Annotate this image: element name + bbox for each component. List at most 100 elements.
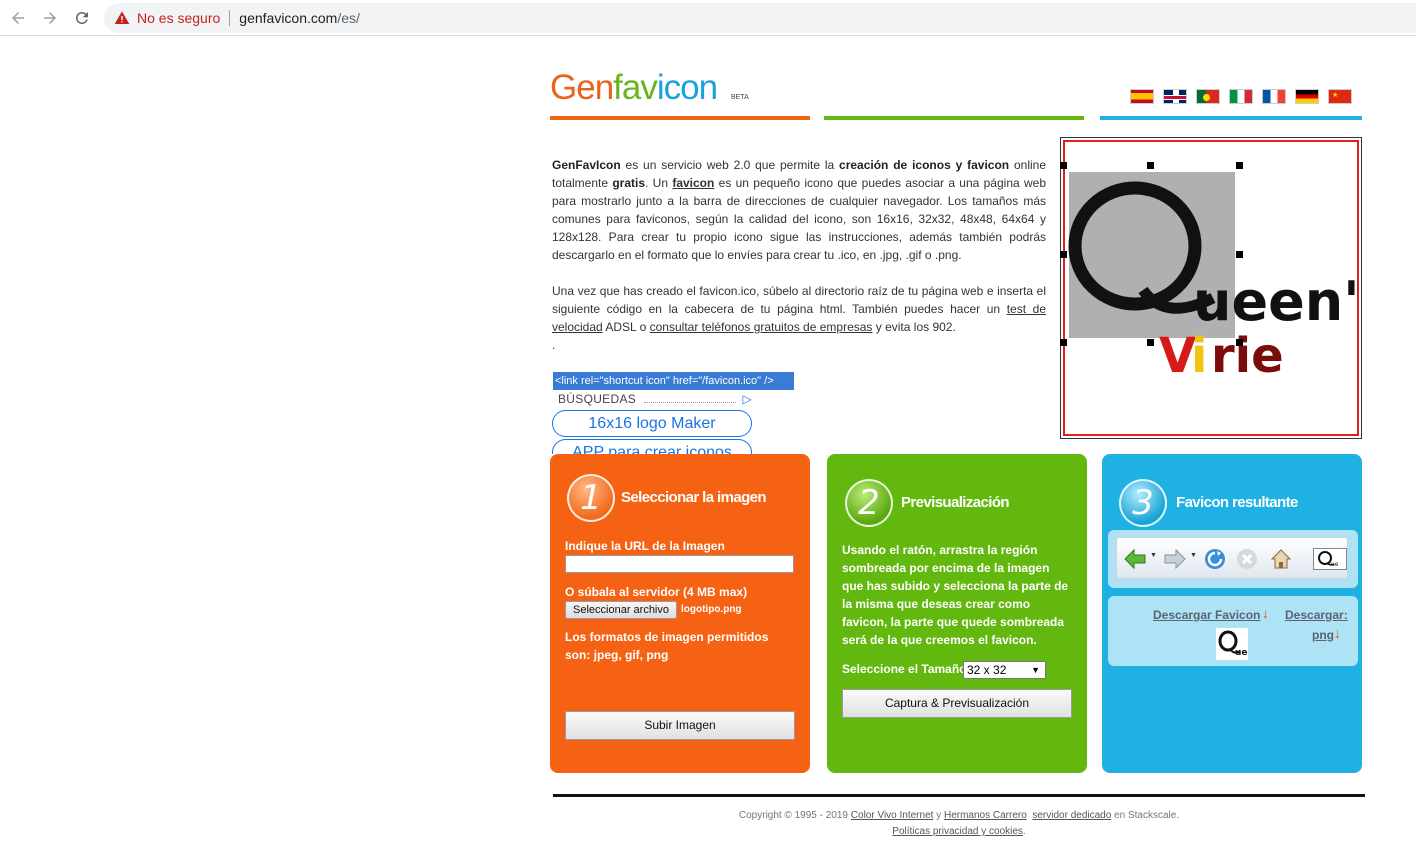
intro-text: GenFavIcon es un servicio web 2.0 que pe… (552, 156, 1046, 354)
intro-bold-segment: gratis (612, 176, 646, 190)
flag-china-icon[interactable]: ★ (1328, 89, 1352, 104)
flag-spain-icon[interactable] (1130, 89, 1154, 104)
ad-link-app-icons[interactable]: APP para crear iconos (552, 439, 752, 454)
step1-title: Seleccionar la imagen (621, 489, 767, 506)
formats-text: Los formatos de imagen permitidos son: j… (565, 630, 769, 662)
crop-handle-ne[interactable] (1236, 162, 1243, 169)
intro-paragraph-2: Una vez que has creado el favicon.ico, s… (552, 282, 1046, 336)
divider-orange (550, 116, 810, 120)
download-png-format[interactable]: png (1312, 628, 1334, 642)
selected-file-name: logotipo.png (681, 604, 742, 615)
size-select[interactable]: 32 x 32 ▼ (963, 661, 1046, 679)
flag-uk-icon[interactable] (1163, 89, 1187, 104)
flag-germany-icon[interactable] (1295, 89, 1319, 104)
favicon-code-snippet[interactable]: <link rel="shortcut icon" href="/favicon… (553, 372, 794, 390)
ad-block: BÚSQUEDAS ▷ 16x16 logo Maker APP para cr… (552, 390, 752, 454)
download-favicon-link[interactable]: Descargar Favicon (1153, 608, 1260, 622)
browser-preview-box: ▼ ▼ ue (1108, 530, 1358, 588)
crop-handle-e[interactable] (1236, 251, 1243, 258)
step3-panel: 3 Favicon resultante ▼ ▼ ue Descargar Fa… (1102, 454, 1362, 773)
step1-panel: 1 Seleccionar la imagen Indique la URL d… (550, 454, 810, 773)
forward-arrow-icon[interactable] (37, 5, 63, 31)
crop-handle-nw[interactable] (1060, 162, 1067, 169)
crop-handle-se[interactable] (1236, 339, 1243, 346)
footer-divider (553, 794, 1365, 797)
free-phones-link[interactable]: consultar teléfonos gratuitos de empresa… (650, 320, 873, 334)
crop-handle-sw[interactable] (1060, 339, 1067, 346)
preview-back-dropdown-icon: ▼ (1150, 552, 1157, 559)
download-png-link[interactable]: Descargar: (1285, 608, 1348, 622)
footer-text-segment: en Stackscale. (1111, 810, 1180, 821)
step1-number-badge: 1 (567, 474, 615, 522)
adchoices-icon[interactable]: ▷ (742, 392, 752, 406)
capture-preview-button[interactable]: Captura & Previsualización (842, 689, 1072, 718)
preview-home-icon (1270, 549, 1292, 569)
footer-line-2: Políticas privacidad y cookies. (553, 824, 1365, 840)
crop-handle-n[interactable] (1147, 162, 1154, 169)
preview-refresh-icon (1205, 549, 1225, 569)
url-separator (229, 10, 231, 26)
footer-text-segment: y (933, 810, 944, 821)
preview-back-icon (1124, 548, 1146, 570)
download-png-arrow-icon: ↓ (1334, 625, 1341, 641)
flag-france-icon[interactable] (1262, 89, 1286, 104)
url-host: genfavicon.com (239, 10, 338, 26)
flag-portugal-icon[interactable] (1196, 89, 1220, 104)
reload-icon[interactable] (69, 5, 95, 31)
warning-triangle-icon (114, 10, 130, 26)
divider-green (824, 116, 1084, 120)
address-bar[interactable]: No es seguro genfavicon.com/es/ (104, 3, 1416, 33)
download-arrow-icon: ↓ (1262, 605, 1269, 621)
privacy-policy-link[interactable]: Políticas privacidad y cookies (892, 826, 1023, 837)
url-path: /es/ (337, 10, 360, 26)
svg-text:i: i (1191, 328, 1207, 384)
uploaded-image-area: ueen's V i rie (1063, 140, 1359, 436)
preview-forward-dropdown-icon: ▼ (1190, 552, 1197, 559)
uploaded-logo-image: ueen's V i rie (1068, 172, 1357, 384)
preview-instructions: Usando el ratón, arrastra la región somb… (842, 543, 1069, 647)
security-status[interactable]: No es seguro (137, 10, 220, 26)
footer-text-segment: . (1022, 826, 1026, 837)
intro-bold-segment: creación de iconos y favicon (839, 158, 1010, 172)
preview-stop-icon (1237, 549, 1257, 569)
step2-panel: 2 Previsualización Usando el ratón, arra… (827, 454, 1087, 773)
svg-text:ue: ue (1331, 561, 1339, 568)
preview-favicon-field: ue (1313, 548, 1347, 570)
beta-badge: BETA (731, 94, 749, 101)
choose-file-button[interactable]: Seleccionar archivo (565, 601, 677, 619)
brand-name: GenFavIcon (552, 158, 621, 172)
intro-text-segment: . Un (645, 176, 673, 190)
image-crop-editor[interactable]: ueen's V i rie (1060, 137, 1362, 439)
intro-text-segment: ADSL o (602, 320, 650, 334)
site-logo[interactable]: Genfavicon (550, 68, 718, 108)
stray-dot: . (552, 338, 556, 352)
ad-link-logo-maker[interactable]: 16x16 logo Maker (552, 410, 752, 437)
step2-number-badge: 2 (845, 479, 893, 527)
image-url-input[interactable] (565, 555, 794, 573)
upload-label: O súbala al servidor (4 MB max) (565, 585, 748, 599)
footer-line-1: Copyright © 1995 - 2019 Color Vivo Inter… (553, 808, 1365, 824)
browser-toolbar: No es seguro genfavicon.com/es/ (0, 0, 1416, 36)
step3-number-badge: 3 (1119, 479, 1167, 527)
favicon-link[interactable]: favicon (672, 176, 714, 190)
logo-part-icon: icon (656, 68, 718, 107)
hermanos-carrero-link[interactable]: Hermanos Carrero (944, 810, 1027, 821)
size-label: Seleccione el Tamaño (842, 662, 967, 676)
ad-heading-label: BÚSQUEDAS (558, 392, 637, 406)
language-flags: ★ (1130, 89, 1361, 104)
crop-handle-s[interactable] (1147, 339, 1154, 346)
flag-italy-icon[interactable] (1229, 89, 1253, 104)
download-box: Descargar Favicon ↓ Descargar: png ↓ ue (1108, 596, 1358, 666)
crop-handle-w[interactable] (1060, 251, 1067, 258)
logo-part-fav: fav (613, 68, 658, 107)
intro-text-segment: y evita los 902. (872, 320, 956, 334)
upload-image-button[interactable]: Subir Imagen (565, 711, 795, 740)
ad-heading-dots (644, 395, 737, 403)
dedicated-server-link[interactable]: servidor dedicado (1032, 810, 1111, 821)
intro-text-segment: es un servicio web 2.0 que permite la (620, 158, 840, 172)
color-vivo-link[interactable]: Color Vivo Internet (851, 810, 934, 821)
size-select-value: 32 x 32 (967, 663, 1007, 677)
url-label: Indique la URL de la Imagen (565, 539, 725, 553)
back-arrow-icon[interactable] (5, 5, 31, 31)
divider-blue (1100, 116, 1362, 120)
